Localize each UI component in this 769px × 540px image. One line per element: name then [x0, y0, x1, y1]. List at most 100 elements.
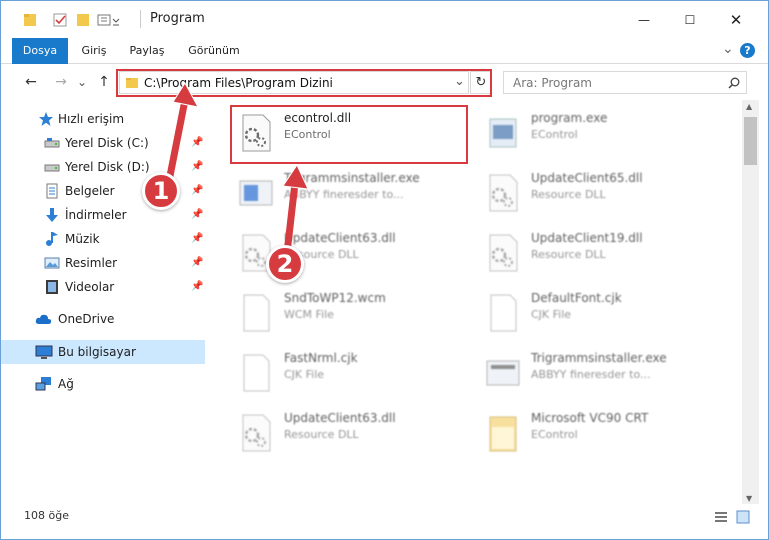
- pin-icon: 📌: [191, 137, 204, 148]
- sidebar-item-label: Bu bilgisayar: [58, 345, 136, 359]
- sidebar-item-label: İndirmeler: [65, 208, 127, 222]
- tab-dosya[interactable]: Dosya: [12, 38, 68, 64]
- sidebar-item-disk-d[interactable]: Yerel Disk (D:) 📌: [1, 155, 205, 179]
- sidebar-item-label: Yerel Disk (C:): [65, 136, 149, 150]
- sidebar-item-label: Ağ: [58, 377, 74, 391]
- properties-icon[interactable]: [52, 12, 68, 28]
- status-bar: 108 öğe: [1, 504, 768, 529]
- scrollbar-thumb[interactable]: [744, 117, 757, 165]
- search-icon: [728, 77, 740, 89]
- dll-icon: [489, 174, 518, 212]
- file-item-updateclient65-dll[interactable]: UpdateClient65.dll Resource DLL: [478, 167, 718, 219]
- file-name: UpdateClient65.dll: [531, 171, 643, 185]
- large-icons-view-icon[interactable]: [736, 510, 750, 524]
- file-item-program-exe[interactable]: program.exe EControl: [478, 107, 718, 159]
- sidebar-item-disk-c[interactable]: Yerel Disk (C:) 📌: [1, 131, 205, 155]
- scroll-up-icon[interactable]: ▲: [746, 102, 752, 111]
- downloads-icon: [46, 208, 58, 222]
- network-icon: [35, 377, 51, 391]
- drive-icon: [44, 164, 60, 172]
- pin-icon: 📌: [191, 233, 204, 244]
- dll-icon: [489, 234, 518, 272]
- file-description: CJK File: [284, 368, 325, 381]
- sidebar-item-quick-access[interactable]: Hızlı erişim: [1, 107, 205, 131]
- videos-icon: [46, 280, 58, 294]
- file-name: Microsoft VC90 CRT: [531, 411, 649, 425]
- file-description: ABBYY fineresder to...: [284, 188, 404, 201]
- ribbon-expand-icon[interactable]: ⌄: [722, 41, 734, 57]
- tab-giris[interactable]: Giriş: [75, 38, 113, 64]
- file-name: FastNrml.cjk: [284, 351, 358, 365]
- file-description: EControl: [531, 128, 578, 141]
- exe-icon: [489, 118, 517, 148]
- ribbon-tabs: Dosya Giriş Paylaş Görünüm ⌄ ?: [1, 38, 768, 64]
- file-item-sndtowp12-wcm[interactable]: SndToWP12.wcm WCM File: [231, 287, 471, 339]
- file-name: UpdateClient19.dll: [531, 231, 643, 245]
- file-icon: [243, 294, 270, 332]
- file-description: Resource DLL: [284, 428, 359, 441]
- tab-gorunum[interactable]: Görünüm: [184, 38, 244, 64]
- sidebar-item-network[interactable]: Ağ: [1, 372, 205, 396]
- file-name: UpdateClient63.dll: [284, 231, 396, 245]
- file-description: Resource DLL: [531, 248, 606, 261]
- customize-toolbar-icon[interactable]: [97, 12, 123, 28]
- address-highlight-box: [116, 69, 492, 97]
- minimize-button[interactable]: —: [621, 1, 667, 38]
- title-divider: [140, 10, 141, 28]
- pin-icon: 📌: [191, 185, 204, 196]
- installer-icon: [239, 180, 273, 206]
- file-item-updateclient63-dll-2[interactable]: UpdateClient63.dll Resource DLL: [231, 407, 471, 459]
- pin-icon: 📌: [191, 281, 204, 292]
- sidebar-item-label: Videolar: [65, 280, 115, 294]
- file-icon: [243, 354, 270, 392]
- sidebar-item-pictures[interactable]: Resimler 📌: [1, 251, 205, 275]
- item-count: 108 öğe: [24, 509, 69, 522]
- pin-icon: 📌: [191, 161, 204, 172]
- sidebar-item-music[interactable]: Müzik 📌: [1, 227, 205, 251]
- new-folder-icon[interactable]: [76, 12, 90, 28]
- recent-locations-button[interactable]: ⌄: [73, 73, 91, 91]
- sidebar-item-label: OneDrive: [58, 312, 115, 326]
- file-item-defaultfont-cjk[interactable]: DefaultFont.cjk CJK File: [478, 287, 718, 339]
- file-description: ABBYY fineresder to...: [531, 368, 651, 381]
- maximize-button[interactable]: ☐: [667, 1, 713, 38]
- pictures-icon: [44, 257, 60, 269]
- back-button[interactable]: ←: [22, 73, 40, 91]
- file-item-installer-exe-2[interactable]: Trigrammsinstaller.exe ABBYY fineresder …: [478, 347, 718, 399]
- details-view-icon[interactable]: [714, 510, 728, 524]
- help-icon[interactable]: ?: [740, 43, 755, 58]
- file-name: DefaultFont.cjk: [531, 291, 622, 305]
- file-item-installer-exe[interactable]: Trigrammsinstaller.exe ABBYY fineresder …: [231, 167, 471, 219]
- file-name: Trigrammsinstaller.exe: [284, 171, 420, 185]
- cloud-icon: [35, 314, 52, 324]
- navigation-pane: Hızlı erişim Yerel Disk (C:) 📌 Yerel Dis…: [1, 100, 205, 495]
- music-icon: [46, 232, 58, 246]
- sidebar-item-onedrive[interactable]: OneDrive: [1, 307, 205, 331]
- file-name: SndToWP12.wcm: [284, 291, 386, 305]
- documents-icon: [46, 183, 58, 199]
- file-item-updateclient19-dll[interactable]: UpdateClient19.dll Resource DLL: [478, 227, 718, 279]
- search-placeholder: Ara: Program: [513, 76, 592, 90]
- folder-icon: [24, 14, 36, 26]
- file-description: EControl: [531, 428, 578, 441]
- sidebar-item-downloads[interactable]: İndirmeler 📌: [1, 203, 205, 227]
- tab-paylas[interactable]: Paylaş: [125, 38, 169, 64]
- file-icon: [490, 294, 517, 332]
- sidebar-item-label: Yerel Disk (D:): [65, 160, 150, 174]
- up-button[interactable]: ↑: [95, 73, 113, 91]
- file-description: CJK File: [531, 308, 572, 321]
- scroll-down-icon[interactable]: ▼: [746, 494, 752, 503]
- step-callout-2: 2: [266, 245, 304, 283]
- sidebar-item-this-pc[interactable]: Bu bilgisayar: [1, 340, 205, 364]
- vertical-scrollbar[interactable]: ▲ ▼: [742, 100, 759, 508]
- step-callout-1: 1: [142, 172, 180, 210]
- file-name: Trigrammsinstaller.exe: [531, 351, 667, 365]
- folder-icon: [489, 416, 517, 452]
- forward-button[interactable]: →: [52, 73, 70, 91]
- explorer-window: Program — ☐ ✕ Dosya Giriş Paylaş Görünüm…: [0, 0, 769, 540]
- sidebar-item-videos[interactable]: Videolar 📌: [1, 275, 205, 299]
- close-button[interactable]: ✕: [713, 1, 759, 38]
- search-input[interactable]: Ara: Program: [503, 71, 747, 94]
- file-item-vc90-crt[interactable]: Microsoft VC90 CRT EControl: [478, 407, 718, 459]
- file-item-fastnrml-cjk[interactable]: FastNrml.cjk CJK File: [231, 347, 471, 399]
